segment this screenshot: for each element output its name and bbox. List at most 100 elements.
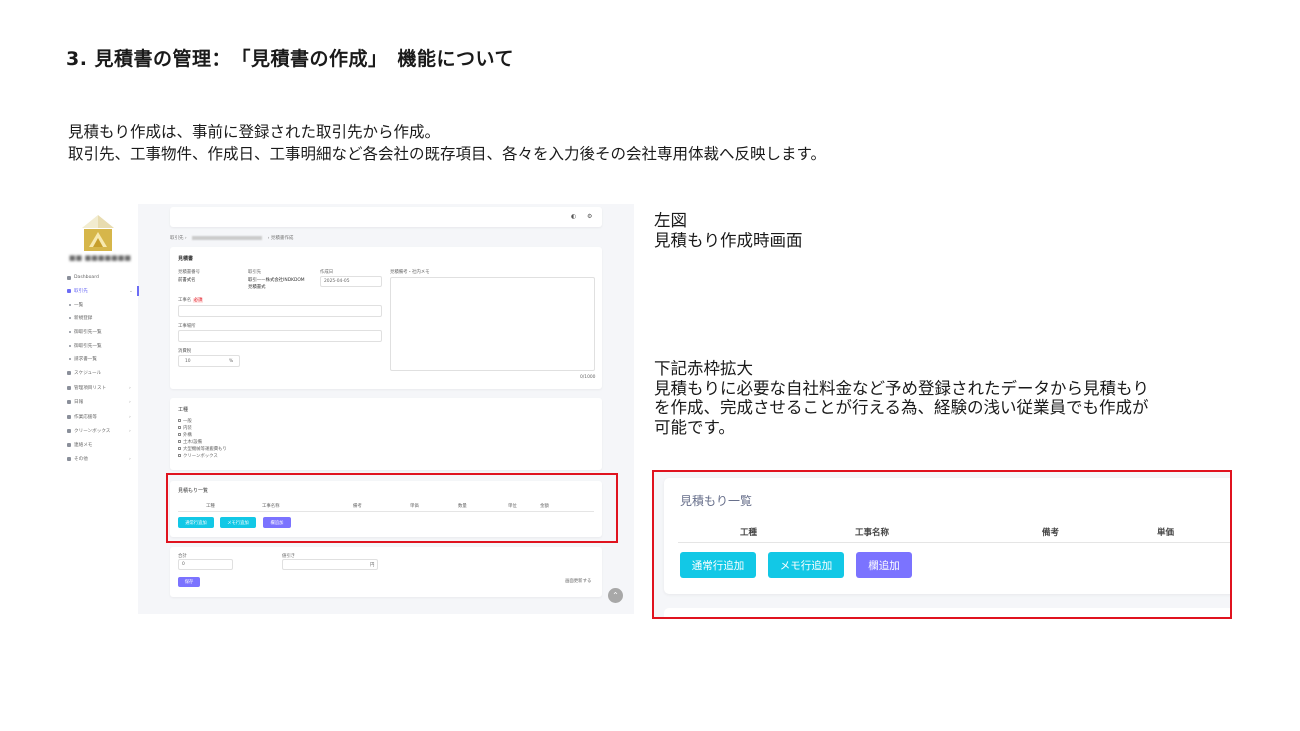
chevron-right-icon: › (129, 385, 131, 391)
client-value-2: 見積書式 (248, 285, 266, 290)
breadcrumb-blurred (192, 235, 263, 240)
intro-text: 見積もり作成は、事前に登録された取引先から作成。 取引先、工事物件、作成日、工事… (68, 121, 826, 165)
date-label: 作成日 (320, 270, 334, 275)
bullet-icon (69, 358, 71, 360)
breadcrumb-current: 見積書作成 (270, 236, 294, 241)
date-input[interactable]: 2025-04-05 (320, 276, 382, 287)
totals-card: 合計 0 値引き 円 保存 画面更新する (170, 547, 602, 597)
total-input[interactable]: 0 (178, 559, 233, 570)
intro-line-2: 取引先、工事物件、作成日、工事明細など各会社の既存項目、各々を入力後その会社専用… (68, 145, 826, 163)
chevron-up-icon: ⌃ (612, 591, 619, 600)
slide-title: 3. 見積書の管理： 「見積書の作成」 機能について (66, 48, 514, 70)
save-button[interactable]: 保存 (178, 577, 200, 587)
add-memo-row-button[interactable]: メモ行追加 (768, 552, 844, 578)
refresh-link[interactable]: 画面更新する (565, 578, 591, 584)
top-bar: ◐ ⚙ (170, 207, 602, 227)
client-value-1: 取引——株式会社INDKDOM (248, 278, 305, 283)
truck-icon (67, 415, 71, 419)
sidebar-item-manage-list[interactable]: 管理項目リスト › (67, 385, 131, 391)
sidebar-item-clean-box[interactable]: クリーンボックス › (67, 428, 131, 434)
theme-toggle-icon[interactable]: ◐ (571, 213, 576, 220)
estimate-number-value: 前書式名 (178, 278, 196, 283)
required-badge: 必須 (192, 298, 204, 303)
sidebar-item-clients[interactable]: 取引先 ⌄ (67, 288, 133, 294)
remarks-counter: 0/1000 (580, 375, 596, 380)
checkbox-icon (178, 433, 181, 436)
checkbox-icon (178, 426, 181, 429)
building-icon (67, 289, 71, 293)
remarks-label: 見積備考・社内メモ (390, 270, 430, 275)
sidebar-item-memo[interactable]: 連絡メモ (67, 442, 92, 448)
checkbox-icon (178, 419, 181, 422)
col-header-unit-price: 単価 (1157, 528, 1175, 538)
app-screenshot: ■■ ■■■■■■■ Dashboard 取引先 ⌄ 一覧 新規登録 御取引先一覧… (62, 204, 634, 614)
left-figure-caption: 左図 見積もり作成時画面 (654, 211, 803, 250)
calendar-icon (67, 371, 71, 375)
sidebar-item-dashboard[interactable]: Dashboard (67, 275, 99, 280)
construction-name-label: 工事名 必須 (178, 298, 204, 303)
sidebar-subitem-new[interactable]: 新規登録 (69, 315, 92, 321)
work-type-checkbox[interactable]: 大型機械等運搬費もり (178, 446, 227, 452)
chevron-right-icon: › (129, 456, 131, 462)
work-type-checkbox[interactable]: クリーンボックス (178, 453, 218, 459)
trash-icon (67, 429, 71, 433)
add-normal-row-button[interactable]: 通常行追加 (680, 552, 756, 578)
chevron-right-icon: › (129, 414, 131, 420)
work-type-checkbox[interactable]: 外構 (178, 432, 192, 438)
estimate-form-card: 見積書 見積書番号 前書式名 取引先 取引——株式会社INDKDOM 見積書式 … (170, 247, 602, 389)
add-column-button[interactable]: 欄追加 (856, 552, 912, 578)
construction-site-label: 工事場所 (178, 324, 196, 329)
sidebar-subitem-clients-1[interactable]: 御取引先一覧 (69, 329, 102, 335)
sidebar-item-schedule[interactable]: スケジュール (67, 370, 101, 376)
sidebar-active-indicator (137, 286, 139, 296)
sidebar-item-daily-report[interactable]: 日報 › (67, 399, 131, 405)
col-header-work-type: 工種 (740, 528, 758, 538)
estimate-list-card: 見積もり一覧 工種 工事名称 備考 単価 通常行追加 メモ行追加 欄追加 (664, 478, 1230, 594)
checkbox-icon (178, 440, 181, 443)
remarks-textarea[interactable] (390, 277, 595, 371)
tax-label: 消費税 (178, 349, 192, 354)
message-icon (67, 443, 71, 447)
work-type-checkbox[interactable]: 土木/設備 (178, 439, 202, 445)
tax-input[interactable]: 10 % (178, 355, 240, 367)
sidebar-item-other[interactable]: その他 › (67, 456, 131, 462)
divider (678, 542, 1230, 543)
sidebar-item-support[interactable]: 作業応援等 › (67, 414, 131, 420)
breadcrumb-clients[interactable]: 取引先 (170, 236, 184, 241)
sidebar: ■■ ■■■■■■■ Dashboard 取引先 ⌄ 一覧 新規登録 御取引先一覧… (62, 204, 138, 614)
company-logo-icon (82, 215, 114, 251)
company-name-blurred: ■■ ■■■■■■■ (69, 254, 131, 262)
work-type-checkbox[interactable]: 内装 (178, 425, 192, 431)
chart-icon (67, 386, 71, 390)
next-card (664, 608, 1230, 617)
construction-name-input[interactable] (178, 305, 382, 317)
col-header-construction-name: 工事名称 (855, 528, 890, 538)
col-header-remarks: 備考 (1042, 528, 1060, 538)
chevron-right-icon: › (129, 399, 131, 405)
client-label: 取引先 (248, 270, 262, 275)
sidebar-subitem-invoices[interactable]: 請求書一覧 (69, 356, 97, 362)
home-icon (67, 275, 71, 280)
scroll-top-button[interactable]: ⌃ (608, 588, 623, 603)
enlarged-estimate-list: 見積もり一覧 工種 工事名称 備考 単価 通常行追加 メモ行追加 欄追加 (652, 470, 1232, 619)
bullet-icon (69, 345, 71, 347)
chevron-right-icon: › (129, 428, 131, 434)
work-type-title: 工種 (178, 407, 189, 413)
form-title: 見積書 (178, 256, 194, 262)
estimate-list-title: 見積もり一覧 (680, 494, 753, 508)
work-type-checkbox[interactable]: 一般 (178, 418, 192, 424)
bullet-icon (69, 317, 71, 319)
sidebar-subitem-clients-2[interactable]: 御取引先一覧 (69, 343, 102, 349)
bullet-icon (69, 304, 71, 306)
chevron-down-icon: ⌄ (129, 288, 133, 294)
construction-site-input[interactable] (178, 330, 382, 342)
gear-icon (67, 457, 71, 461)
discount-input[interactable]: 円 (282, 559, 378, 570)
breadcrumb: 取引先 › › 見積書作成 (170, 235, 294, 241)
estimate-number-label: 見積書番号 (178, 270, 200, 275)
gear-icon[interactable]: ⚙ (587, 213, 592, 220)
file-icon (67, 400, 71, 404)
intro-line-1: 見積もり作成は、事前に登録された取引先から作成。 (68, 123, 441, 141)
sidebar-subitem-list[interactable]: 一覧 (69, 302, 83, 308)
bullet-icon (69, 331, 71, 333)
